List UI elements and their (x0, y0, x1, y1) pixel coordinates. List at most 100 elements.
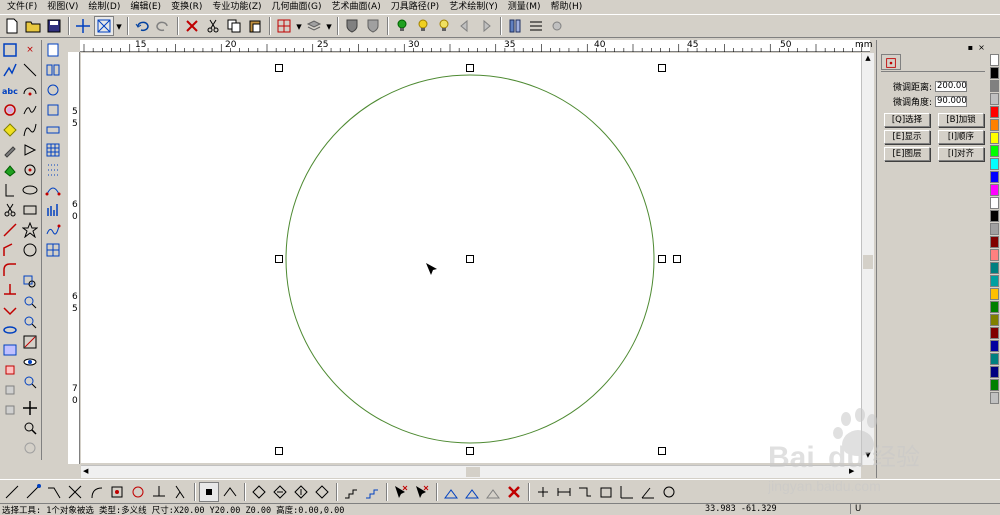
ellipse-yellow-icon[interactable] (0, 120, 20, 140)
selection-handle-right[interactable] (658, 255, 666, 263)
transform-3-icon[interactable] (483, 482, 503, 502)
vertical-scrollbar[interactable]: ▲ ▼ (861, 53, 874, 465)
dimension-4-icon[interactable] (617, 482, 637, 502)
pointer-x-icon[interactable] (391, 482, 411, 502)
dimension-2-icon[interactable] (575, 482, 595, 502)
copy-icon[interactable] (224, 16, 244, 36)
diamond-icon[interactable] (249, 482, 269, 502)
close-red-icon[interactable] (504, 482, 524, 502)
ellipse-outline-icon[interactable] (0, 320, 20, 340)
arrow-gray-2-icon[interactable] (476, 16, 496, 36)
color-swatch[interactable] (990, 262, 999, 274)
panel-tab-transform[interactable] (881, 54, 901, 70)
rotation-handle[interactable] (673, 255, 681, 263)
menu-art-draw[interactable]: 艺术绘制(Y) (444, 0, 503, 14)
align-button[interactable]: [I]对齐 (938, 147, 984, 161)
order-button[interactable]: [I]顺序 (938, 130, 984, 144)
shield-gray-icon[interactable] (363, 16, 383, 36)
snap-angle-icon[interactable] (220, 482, 240, 502)
zoom-window-icon[interactable] (20, 272, 40, 292)
diamond-4-icon[interactable] (312, 482, 332, 502)
rotate-icon[interactable] (43, 80, 63, 100)
selection-handle-left[interactable] (275, 255, 283, 263)
scroll-left-icon[interactable]: ◀ (83, 467, 93, 477)
color-swatch[interactable] (990, 379, 999, 391)
dropdown-arrow-icon[interactable]: ▾ (295, 16, 303, 36)
new-file-icon[interactable] (2, 16, 22, 36)
select-button[interactable]: [Q]选择 (884, 113, 930, 127)
stairs-icon[interactable] (341, 482, 361, 502)
menu-draw[interactable]: 绘制(D) (83, 0, 125, 14)
arc-icon[interactable] (20, 80, 40, 100)
layer-stack-icon[interactable] (0, 360, 20, 380)
layer-stack-2-icon[interactable] (0, 380, 20, 400)
polyline-icon[interactable] (0, 60, 20, 80)
snap-intersect-icon[interactable] (65, 482, 85, 502)
color-swatch[interactable] (990, 132, 999, 144)
star-icon[interactable] (20, 220, 40, 240)
point-circle-icon[interactable] (20, 160, 40, 180)
radius-dim-icon[interactable] (659, 482, 679, 502)
dropdown-arrow-icon[interactable]: ▾ (325, 16, 333, 36)
menu-toolpath[interactable]: 刀具路径(P) (386, 0, 444, 14)
diamond-3-icon[interactable] (291, 482, 311, 502)
triangle-icon[interactable] (20, 140, 40, 160)
layer-3d-icon[interactable] (304, 16, 324, 36)
delete-icon[interactable] (182, 16, 202, 36)
panel-minimize-icon[interactable]: ▪ (966, 43, 975, 52)
paste-icon[interactable] (245, 16, 265, 36)
arrow-gray-icon[interactable] (455, 16, 475, 36)
layer-button[interactable]: [E]图层 (884, 147, 930, 161)
dimension-icon[interactable] (554, 482, 574, 502)
corner-icon[interactable] (0, 240, 20, 260)
light-bulb-yellow-2-icon[interactable] (434, 16, 454, 36)
zoom-extent-icon[interactable] (20, 372, 40, 392)
selection-handle-top-right[interactable] (658, 64, 666, 72)
color-swatch[interactable] (990, 119, 999, 131)
show-button[interactable]: [E]显示 (884, 130, 930, 144)
curve-icon[interactable] (20, 100, 40, 120)
magnify-icon[interactable] (20, 418, 40, 438)
mirror-icon[interactable] (43, 60, 63, 80)
grid-snap-icon[interactable] (274, 16, 294, 36)
color-swatch[interactable] (990, 288, 999, 300)
selection-handle-bottom-left[interactable] (275, 447, 283, 455)
color-swatch[interactable] (990, 249, 999, 261)
color-swatch[interactable] (990, 67, 999, 79)
redo-icon[interactable] (153, 16, 173, 36)
snap-line-icon[interactable] (2, 482, 22, 502)
snap-grid-icon[interactable] (199, 481, 219, 502)
grid-icon[interactable] (43, 240, 63, 260)
diamond-2-icon[interactable] (270, 482, 290, 502)
spline-icon[interactable] (20, 120, 40, 140)
color-swatch[interactable] (990, 327, 999, 339)
align-icon[interactable] (43, 120, 63, 140)
scroll-up-icon[interactable]: ▲ (863, 54, 873, 64)
color-swatch[interactable] (990, 366, 999, 378)
vertical-scroll-thumb[interactable] (863, 255, 873, 269)
color-swatch[interactable] (990, 340, 999, 352)
snap-perpendicular-icon[interactable] (149, 482, 169, 502)
settings-icon[interactable] (547, 16, 567, 36)
color-swatch[interactable] (990, 171, 999, 183)
circle-tool-icon[interactable] (0, 100, 20, 120)
select-box-icon[interactable] (94, 16, 114, 36)
color-swatch[interactable] (990, 93, 999, 105)
wave-icon[interactable] (43, 220, 63, 240)
zoom-out-icon[interactable] (20, 312, 40, 332)
color-swatch[interactable] (990, 210, 999, 222)
save-icon[interactable] (44, 16, 64, 36)
color-swatch[interactable] (990, 301, 999, 313)
lock-button[interactable]: [B]加锁 (938, 113, 984, 127)
selection-handle-center[interactable] (466, 255, 474, 263)
menu-edit[interactable]: 编辑(E) (125, 0, 166, 14)
color-swatch[interactable] (990, 106, 999, 118)
plus-icon[interactable] (533, 482, 553, 502)
color-swatch[interactable] (990, 275, 999, 287)
color-swatch[interactable] (990, 223, 999, 235)
scissors-icon[interactable] (0, 200, 20, 220)
dotted-grid-icon[interactable] (43, 160, 63, 180)
zoom-all-icon[interactable] (20, 332, 40, 352)
angle-dim-icon[interactable] (638, 482, 658, 502)
light-bulb-yellow-icon[interactable] (413, 16, 433, 36)
